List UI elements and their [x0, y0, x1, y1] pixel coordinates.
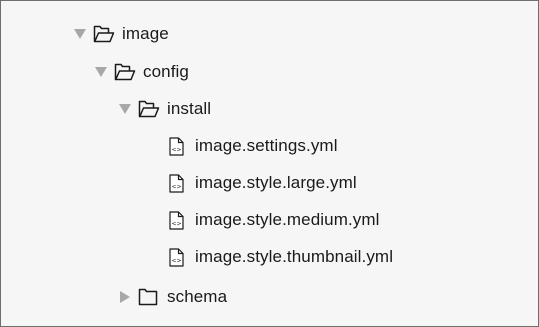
tree-file-item[interactable]: <> image.style.large.yml	[169, 164, 357, 202]
tree-file-item[interactable]: <> image.settings.yml	[169, 127, 338, 165]
tree-node-install[interactable]: install	[118, 90, 211, 128]
tree-node-config[interactable]: config	[94, 53, 189, 91]
folder-open-icon	[114, 63, 136, 81]
tree-node-image[interactable]: image	[73, 15, 169, 53]
yml-file-icon: <>	[169, 136, 185, 156]
file-label: image.style.thumbnail.yml	[195, 247, 394, 266]
disclosure-collapsed-icon[interactable]	[118, 290, 132, 304]
svg-text:<>: <>	[171, 257, 181, 264]
file-label: image.style.large.yml	[195, 173, 357, 192]
disclosure-expanded-icon[interactable]	[118, 102, 132, 116]
folder-open-icon	[93, 25, 115, 43]
file-label: image.style.medium.yml	[195, 210, 380, 229]
tree-file-item[interactable]: <> image.style.medium.yml	[169, 201, 380, 239]
tree-node-label: install	[167, 99, 212, 118]
file-label: image.settings.yml	[195, 136, 338, 155]
svg-text:<>: <>	[171, 183, 181, 190]
svg-text:<>: <>	[171, 146, 181, 153]
tree-file-item[interactable]: <> image.style.thumbnail.yml	[169, 238, 393, 276]
disclosure-expanded-icon[interactable]	[94, 65, 108, 79]
yml-file-icon: <>	[169, 173, 185, 193]
file-tree-panel: image config install <> image.settings.y…	[0, 0, 539, 327]
folder-closed-icon	[138, 288, 160, 306]
tree-node-schema[interactable]: schema	[118, 278, 227, 316]
folder-open-icon	[138, 100, 160, 118]
yml-file-icon: <>	[169, 210, 185, 230]
yml-file-icon: <>	[169, 247, 185, 267]
tree-node-label: config	[143, 62, 189, 81]
tree-node-label: schema	[167, 287, 228, 306]
disclosure-expanded-icon[interactable]	[73, 27, 87, 41]
tree-node-label: image	[122, 24, 169, 43]
svg-text:<>: <>	[171, 220, 181, 227]
